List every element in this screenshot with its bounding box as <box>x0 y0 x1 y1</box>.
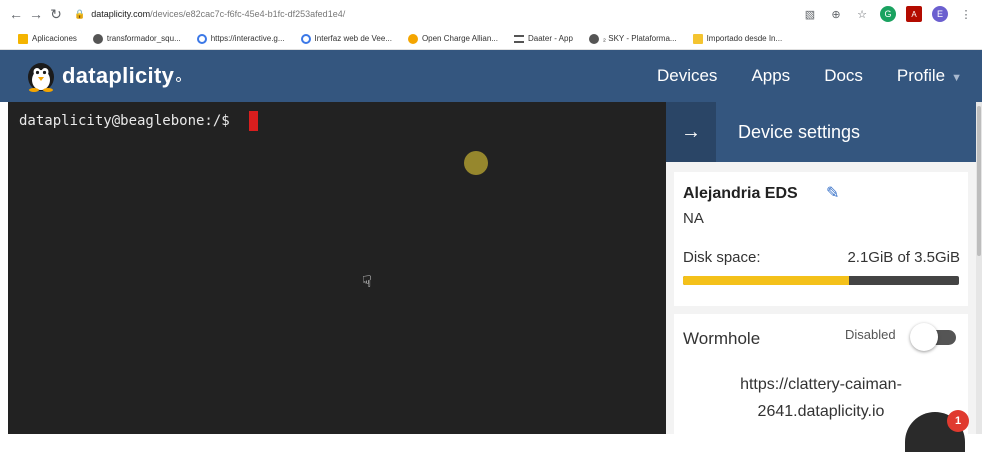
translate-icon[interactable]: ▧ <box>802 6 818 22</box>
hand-pointer-icon: ☟ <box>362 274 372 291</box>
chat-notification-badge: 1 <box>947 410 969 432</box>
app-navbar: dataplicity Devices Apps Docs Profile ▼ <box>0 50 982 102</box>
browser-toolbar: ← → ↻ 🔒 dataplicity.com /devices/e82cac7… <box>0 0 982 28</box>
back-arrow-icon[interactable]: ← <box>6 6 26 22</box>
collapse-arrow-icon[interactable]: → <box>666 102 716 162</box>
bookmark-item[interactable]: Open Charge Allian... <box>407 33 498 44</box>
panel-title: Device settings <box>738 121 861 142</box>
zoom-icon[interactable]: ⊕ <box>828 6 844 22</box>
terminal-cursor <box>249 111 258 131</box>
forward-arrow-icon[interactable]: → <box>26 6 46 22</box>
star-icon[interactable]: ☆ <box>854 6 870 22</box>
bookmark-item[interactable]: ₂ SKY - Plataforma... <box>588 33 677 44</box>
terminal-prompt: dataplicity@beaglebone:/$ <box>19 113 230 129</box>
bookmarks-bar: Aplicaciones transformador_squ... https:… <box>0 28 982 50</box>
scrollbar-thumb[interactable] <box>977 106 981 256</box>
nav-apps[interactable]: Apps <box>751 66 790 86</box>
bookmark-item[interactable]: Aplicaciones <box>18 33 77 44</box>
main-menu: Devices Apps Docs Profile ▼ <box>623 50 962 102</box>
globe-icon <box>588 33 599 44</box>
folder-icon <box>692 33 703 44</box>
nav-docs[interactable]: Docs <box>824 66 863 86</box>
caret-down-icon: ▼ <box>951 72 962 84</box>
grammarly-icon[interactable]: G <box>880 6 896 22</box>
device-settings-panel: → Device settings Alejandria EDS ✎ NA Di… <box>666 102 976 434</box>
url-host: dataplicity.com <box>91 9 151 19</box>
pencil-edit-icon[interactable]: ✎ <box>826 183 839 203</box>
wormhole-label: Wormhole <box>683 329 761 348</box>
penguin-logo-icon <box>28 63 54 92</box>
wormhole-status: Disabled <box>845 327 896 342</box>
device-name: Alejandria EDS <box>683 185 798 202</box>
browser-extension-icons: ▧ ⊕ ☆ G A E ⋮ <box>802 6 974 22</box>
profile-avatar-icon[interactable]: E <box>932 6 948 22</box>
menu-lines-icon <box>513 34 524 43</box>
terminal-window[interactable]: dataplicity@beaglebone:/$ ☟ <box>8 102 666 434</box>
click-highlight <box>464 151 488 175</box>
bookmark-item[interactable]: Interfaz web de Vee... <box>300 33 392 44</box>
nav-profile[interactable]: Profile ▼ <box>897 66 962 86</box>
device-info-card: Alejandria EDS ✎ NA Disk space: 2.1GiB o… <box>674 172 968 306</box>
bookmark-item[interactable]: Daater - App <box>513 34 573 43</box>
globe-icon <box>92 33 103 44</box>
address-bar[interactable]: 🔒 dataplicity.com /devices/e82cac7c-f6fc… <box>74 9 345 20</box>
wormhole-url-line1[interactable]: https://clattery-caiman- <box>674 376 968 394</box>
wormhole-toggle[interactable] <box>910 322 958 352</box>
disk-usage-bar <box>683 276 959 285</box>
disk-usage-fill <box>683 276 849 285</box>
brand-name: dataplicity <box>62 63 175 88</box>
device-subtitle: NA <box>683 210 704 227</box>
disk-space-value: 2.1GiB of 3.5GiB <box>847 249 960 266</box>
apps-grid-icon <box>18 33 28 44</box>
nav-devices[interactable]: Devices <box>657 66 717 86</box>
bookmark-item[interactable]: transformador_squ... <box>92 33 181 44</box>
reload-icon[interactable]: ↻ <box>46 6 66 23</box>
panel-header: → Device settings <box>666 102 976 162</box>
nav-profile-label: Profile <box>896 66 946 85</box>
panel-scrollbar[interactable] <box>976 102 982 434</box>
brand-dot-icon <box>176 76 182 82</box>
bookmark-item[interactable]: https://interactive.g... <box>196 33 285 44</box>
circle-logo-icon <box>196 33 207 44</box>
bookmark-item[interactable]: Importado desde In... <box>692 33 782 44</box>
pdf-icon[interactable]: A <box>906 6 922 22</box>
kebab-menu-icon[interactable]: ⋮ <box>958 6 974 22</box>
disk-space-label: Disk space: <box>683 249 761 266</box>
toggle-knob <box>910 323 938 351</box>
lock-icon: 🔒 <box>74 8 86 19</box>
url-path: /devices/e82cac7c-f6fc-45e4-b1fc-df253af… <box>150 9 346 19</box>
charge-icon <box>407 33 418 44</box>
brand-logo[interactable]: dataplicity <box>26 60 182 92</box>
circle-logo-icon <box>300 33 311 44</box>
